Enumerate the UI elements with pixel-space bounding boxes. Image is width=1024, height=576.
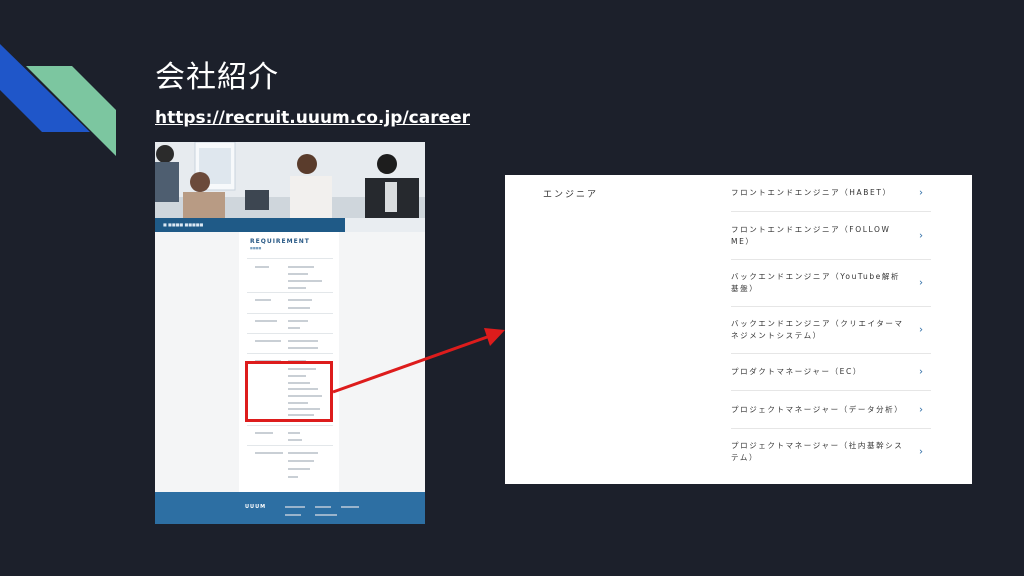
row-text bbox=[288, 468, 310, 470]
chevron-right-icon: › bbox=[919, 324, 923, 336]
row-text bbox=[288, 287, 306, 289]
row-text bbox=[288, 266, 314, 268]
row-text bbox=[288, 307, 310, 309]
job-label: バックエンドエンジニア（YouTube解析基盤） bbox=[731, 272, 901, 293]
row-text bbox=[288, 347, 318, 349]
row-divider bbox=[247, 425, 333, 426]
highlight-box bbox=[245, 361, 333, 422]
row-text bbox=[288, 280, 322, 282]
chevron-right-icon: › bbox=[919, 230, 923, 241]
job-label: プロジェクトマネージャー（データ分析） bbox=[731, 404, 904, 414]
chevron-right-icon: › bbox=[919, 366, 923, 378]
footer-link bbox=[315, 506, 331, 508]
career-page-screenshot: ■ ■■■■ ■■■■■ REQUIREMENT ■■■■ UUUM bbox=[155, 142, 425, 524]
row-text bbox=[255, 340, 281, 342]
row-text bbox=[288, 299, 312, 301]
slide-title: 会社紹介 bbox=[155, 60, 279, 95]
office-photo bbox=[155, 142, 425, 218]
career-link[interactable]: https://recruit.uuum.co.jp/career bbox=[155, 108, 470, 128]
row-divider bbox=[247, 313, 333, 314]
band-breadcrumb: ■ ■■■■ ■■■■■ bbox=[163, 222, 204, 227]
row-divider bbox=[247, 258, 333, 259]
row-text bbox=[288, 439, 302, 441]
row-text bbox=[288, 460, 314, 462]
footer-link bbox=[285, 514, 301, 516]
job-item[interactable]: プロジェクトマネージャー（社内基幹システム） › bbox=[731, 429, 931, 475]
row-divider bbox=[247, 292, 333, 293]
chevron-right-icon: › bbox=[919, 446, 923, 458]
requirement-subtitle: ■■■■ bbox=[250, 246, 262, 250]
job-label: フロントエンドエンジニア（FOLLOW ME） bbox=[731, 224, 891, 246]
row-divider bbox=[247, 353, 333, 354]
job-label: フロントエンドエンジニア（HABET） bbox=[731, 188, 892, 197]
row-text bbox=[288, 452, 318, 454]
job-item[interactable]: フロントエンドエンジニア（FOLLOW ME） › bbox=[731, 212, 931, 260]
footer-link bbox=[341, 506, 359, 508]
row-text bbox=[288, 273, 308, 275]
job-item[interactable]: バックエンドエンジニア（クリエイターマネジメントシステム） › bbox=[731, 307, 931, 354]
page-header-band: ■ ■■■■ ■■■■■ bbox=[155, 218, 345, 232]
row-text bbox=[255, 266, 269, 268]
requirement-title: REQUIREMENT bbox=[250, 238, 310, 245]
row-text bbox=[288, 340, 318, 342]
job-item[interactable]: バックエンドエンジニア（YouTube解析基盤） › bbox=[731, 260, 931, 307]
row-text bbox=[288, 327, 300, 329]
row-text bbox=[255, 299, 271, 301]
chevron-right-icon: › bbox=[919, 277, 923, 289]
row-text bbox=[288, 432, 300, 434]
row-text bbox=[288, 476, 298, 478]
page-footer bbox=[155, 492, 425, 524]
job-label: バックエンドエンジニア（クリエイターマネジメントシステム） bbox=[731, 319, 904, 340]
row-text bbox=[255, 320, 277, 322]
category-heading: エンジニア bbox=[543, 190, 599, 200]
band-tail bbox=[345, 218, 425, 232]
footer-link bbox=[315, 514, 337, 516]
job-item[interactable]: プロジェクトマネージャー（データ分析） › bbox=[731, 391, 931, 429]
footer-logo: UUUM bbox=[245, 504, 267, 510]
footer-link bbox=[285, 506, 305, 508]
row-divider bbox=[247, 333, 333, 334]
row-text bbox=[288, 320, 308, 322]
corner-decoration bbox=[0, 44, 116, 156]
row-text bbox=[255, 452, 283, 454]
job-label: プロジェクトマネージャー（社内基幹システム） bbox=[731, 441, 904, 462]
row-text bbox=[255, 432, 273, 434]
chevron-right-icon: › bbox=[919, 404, 923, 415]
chevron-right-icon: › bbox=[919, 187, 923, 199]
job-item[interactable]: プロダクトマネージャー（EC） › bbox=[731, 354, 931, 391]
row-divider bbox=[247, 445, 333, 446]
job-label: プロダクトマネージャー（EC） bbox=[731, 367, 862, 376]
job-list-panel: エンジニア フロントエンドエンジニア（HABET） › フロントエンドエンジニア… bbox=[505, 175, 972, 484]
job-item[interactable]: フロントエンドエンジニア（HABET） › bbox=[731, 175, 931, 212]
